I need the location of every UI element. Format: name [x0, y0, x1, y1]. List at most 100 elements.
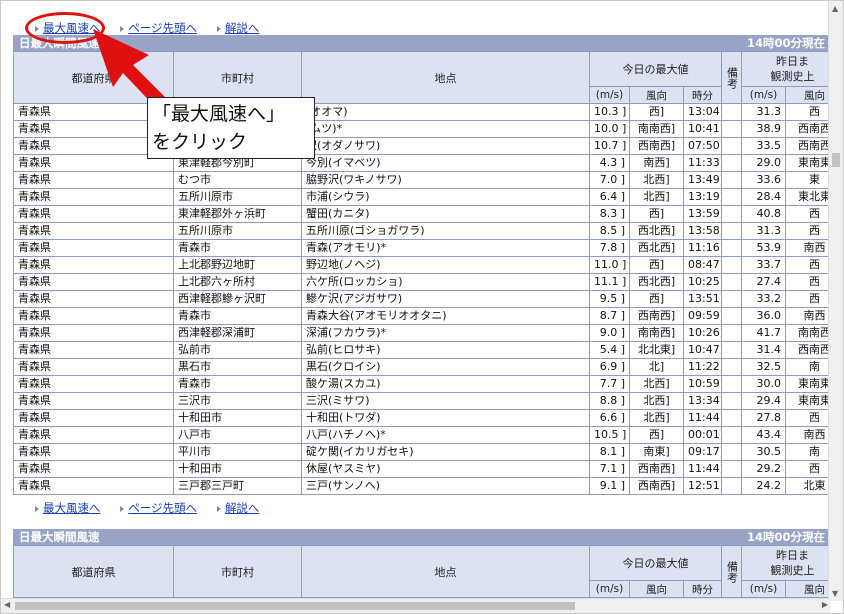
cell-record-speed: 29.2 [741, 460, 787, 478]
cell-record-speed: 33.7 [741, 256, 787, 274]
cell-time: 10:59] [682, 375, 723, 393]
cell-direction: 北西] [629, 392, 684, 410]
scroll-thumb[interactable] [15, 602, 575, 610]
cell-pref: 青森県 [13, 205, 174, 223]
cell-record-speed: 33.6 [741, 171, 787, 189]
cell-speed: 8.7 ] [589, 307, 630, 325]
cell-direction: 西北西] [629, 222, 684, 240]
cell-time: 13:49] [682, 171, 723, 189]
scroll-down-icon[interactable]: ▼ [832, 589, 838, 598]
cell-point: 碇ケ関(イカリガセキ) [301, 443, 590, 461]
horizontal-scrollbar[interactable]: ◀ ▶ [1, 598, 831, 613]
cell-city: 東津軽郡外ヶ浜町 [173, 205, 302, 223]
cell-direction: 西南西] [629, 460, 684, 478]
cell-pref: 青森県 [13, 358, 174, 376]
table-row: 青森県 青森市 青森(アオモリ)* 7.8 ] 西北西] 11:16] 53.9 南西 [13, 239, 843, 257]
cell-pref: 青森県 [13, 477, 174, 495]
link-max-wind-speed[interactable]: 最大風速へ [43, 501, 101, 515]
cell-speed: 7.7 ] [589, 375, 630, 393]
cell-record-speed: 31.3 [741, 222, 787, 240]
wind-table: 都道府県 市町村 地点 今日の最大値 備考 昨日ま 観測史上 (m/s) 風向 時… [13, 51, 843, 495]
cell-speed: 4.3 ] [589, 154, 630, 172]
section-header: 日最大瞬間風速 14時00分現在 [13, 529, 831, 545]
cell-point: 十和田(トワダ) [301, 409, 590, 427]
cell-speed: 8.3 ] [589, 205, 630, 223]
scroll-left-icon[interactable]: ◀ [4, 600, 10, 609]
cell-direction: 北] [629, 358, 684, 376]
cell-time: 09:17] [682, 443, 723, 461]
cell-note [721, 256, 743, 274]
cell-city: 五所川原市 [173, 188, 302, 206]
scroll-right-icon[interactable]: ▶ [822, 600, 828, 609]
cell-note [721, 392, 743, 410]
cell-time: 10:26] [682, 324, 723, 342]
cell-direction: 西南西] [629, 137, 684, 155]
cell-direction: 西] [629, 290, 684, 308]
cell-pref: 青森県 [13, 171, 174, 189]
cell-time: 10:41] [682, 120, 723, 138]
cell-speed: 10.0 ] [589, 120, 630, 138]
col-header-unit2: (m/s) [741, 86, 787, 104]
cell-time: 08:47] [682, 256, 723, 274]
col-header-today-max: 今日の最大値 [588, 51, 723, 87]
cell-record-speed: 33.5 [741, 137, 787, 155]
cell-pref: 青森県 [13, 375, 174, 393]
cell-note [721, 171, 743, 189]
cell-time: 13:51] [682, 290, 723, 308]
col-header-direction: 風向 [629, 580, 684, 598]
cell-point: 深浦(フカウラ)* [301, 324, 590, 342]
callout-line2: をクリック [152, 131, 248, 153]
table-row: 青森県 東津軽郡外ヶ浜町 蟹田(カニタ) 8.3 ] 西] 13:59] 40.8 西 [13, 205, 843, 223]
cell-time: 10:47] [682, 341, 723, 359]
cell-record-speed: 41.7 [741, 324, 787, 342]
col-header-unit: (m/s) [589, 580, 630, 598]
cell-direction: 西北西] [629, 273, 684, 291]
section-title: 日最大瞬間風速 [19, 530, 100, 544]
cell-speed: 9.0 ] [589, 324, 630, 342]
cell-point: 青森大谷(アオモリオオタニ) [301, 307, 590, 325]
cell-note [721, 358, 743, 376]
cell-pref: 青森県 [13, 222, 174, 240]
mid-nav: 最大風速へ ページ先頭へ 解説へ [13, 495, 831, 529]
cell-point: 六ケ所(ロッカショ) [301, 273, 590, 291]
cell-point: 黒石(クロイシ) [301, 358, 590, 376]
cell-note [721, 307, 743, 325]
link-explanation[interactable]: 解説へ [225, 501, 260, 515]
table-row: 青森県 上北郡野辺地町 野辺地(ノヘジ) 11.0 ] 西] 08:47] 33.7 西 [13, 256, 843, 274]
table-row: 青森県 黒石市 黒石(クロイシ) 6.9 ] 北] 11:22] 32.5 南 [13, 358, 843, 376]
cell-record-speed: 24.2 [741, 477, 787, 495]
cell-direction: 西] [629, 205, 684, 223]
cell-speed: 7.1 ] [589, 460, 630, 478]
cell-pref: 青森県 [13, 324, 174, 342]
cell-pref: 青森県 [13, 409, 174, 427]
cell-city: 三沢市 [173, 392, 302, 410]
cell-time: 11:33] [682, 154, 723, 172]
cell-time: 10:25] [682, 273, 723, 291]
cell-speed: 6.9 ] [589, 358, 630, 376]
cell-direction: 南西] [629, 154, 684, 172]
table-row: 青森県 青森市 酸ケ湯(スカユ) 7.7 ] 北西] 10:59] 30.0 東南東 [13, 375, 843, 393]
table-row: 青森県 沢(オダノサワ) 10.7 ] 西南西] 07:50] 33.5 西南西 [13, 137, 843, 155]
cell-direction: 南南西] [629, 324, 684, 342]
cell-record-speed: 29.4 [741, 392, 787, 410]
vertical-scrollbar[interactable]: ▲ ▼ [828, 1, 843, 601]
scroll-up-icon[interactable]: ▲ [832, 4, 838, 13]
cell-direction: 西] [629, 256, 684, 274]
cell-time: 13:34] [682, 392, 723, 410]
cell-note [721, 120, 743, 138]
cell-point: 鰺ケ沢(アジガサワ) [301, 290, 590, 308]
link-explanation[interactable]: 解説へ [225, 21, 260, 35]
table-row: 青森県 弘前市 弘前(ヒロサキ) 5.4 ] 北北東] 10:47] 31.4 西南西 [13, 341, 843, 359]
link-page-top[interactable]: ページ先頭へ [128, 501, 197, 515]
col-header-point: 地点 [301, 545, 590, 598]
cell-time: 11:44] [682, 409, 723, 427]
cell-direction: 西南西] [629, 307, 684, 325]
scroll-thumb[interactable] [832, 153, 840, 167]
cell-city: 十和田市 [173, 460, 302, 478]
cell-point: 八戸(ハチノヘ)* [301, 426, 590, 444]
cell-pref: 青森県 [13, 341, 174, 359]
triangle-icon [216, 505, 221, 512]
col-header-city: 市町村 [173, 51, 302, 104]
cell-time: 12:51] [682, 477, 723, 495]
cell-pref: 青森県 [13, 273, 174, 291]
